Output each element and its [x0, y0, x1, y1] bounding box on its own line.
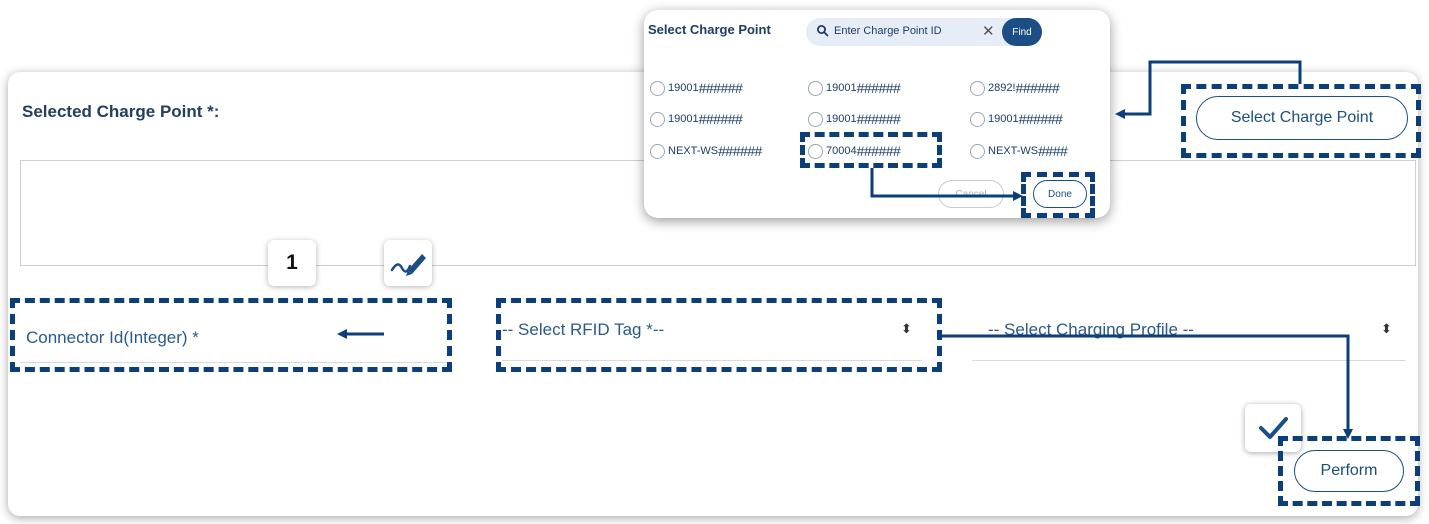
radio-button[interactable]: [808, 80, 823, 96]
rfid-annotation-box: [496, 298, 942, 372]
charge-point-option[interactable]: NEXT-WS ######: [650, 143, 762, 159]
radio-button[interactable]: [970, 143, 985, 159]
charge-point-search: ✕ Find: [806, 18, 1042, 46]
search-input[interactable]: [834, 25, 974, 37]
option-annotation-box: [800, 132, 942, 168]
charge-point-option[interactable]: 2892! ######: [970, 80, 1060, 96]
popup-title: Select Charge Point: [648, 22, 771, 37]
radio-button[interactable]: [970, 80, 985, 96]
radio-button[interactable]: [808, 111, 823, 127]
radio-button[interactable]: [970, 111, 985, 127]
search-icon: [817, 25, 829, 37]
select-button-annotation-box: [1181, 84, 1421, 158]
charge-point-option[interactable]: 19001 ######: [808, 111, 901, 127]
charge-point-option[interactable]: 19001 ######: [650, 111, 743, 127]
charge-point-option[interactable]: NEXT-WS ####: [970, 143, 1068, 159]
charge-point-option[interactable]: 19001 ######: [650, 80, 743, 96]
perform-annotation-box: [1278, 436, 1420, 506]
done-annotation-box: [1021, 172, 1095, 218]
clear-icon[interactable]: ✕: [982, 22, 995, 40]
charge-point-option[interactable]: 19001 ######: [808, 80, 901, 96]
selected-charge-point-label: Selected Charge Point *:: [22, 102, 220, 121]
charge-point-option[interactable]: 19001 ######: [970, 111, 1063, 127]
charging-profile-select[interactable]: -- Select Charging Profile --: [988, 320, 1194, 340]
profile-select-arrows-icon: ⬍: [1381, 321, 1392, 336]
cancel-button[interactable]: Cancel: [938, 180, 1004, 208]
radio-button[interactable]: [650, 143, 665, 159]
profile-underline: [972, 360, 1406, 361]
connector-annotation-box: [10, 298, 452, 372]
connector-id-input[interactable]: 1: [268, 240, 316, 286]
radio-button[interactable]: [650, 80, 665, 96]
find-button[interactable]: Find: [1002, 18, 1042, 46]
radio-button[interactable]: [650, 111, 665, 127]
pen-writing-icon: [384, 240, 432, 286]
